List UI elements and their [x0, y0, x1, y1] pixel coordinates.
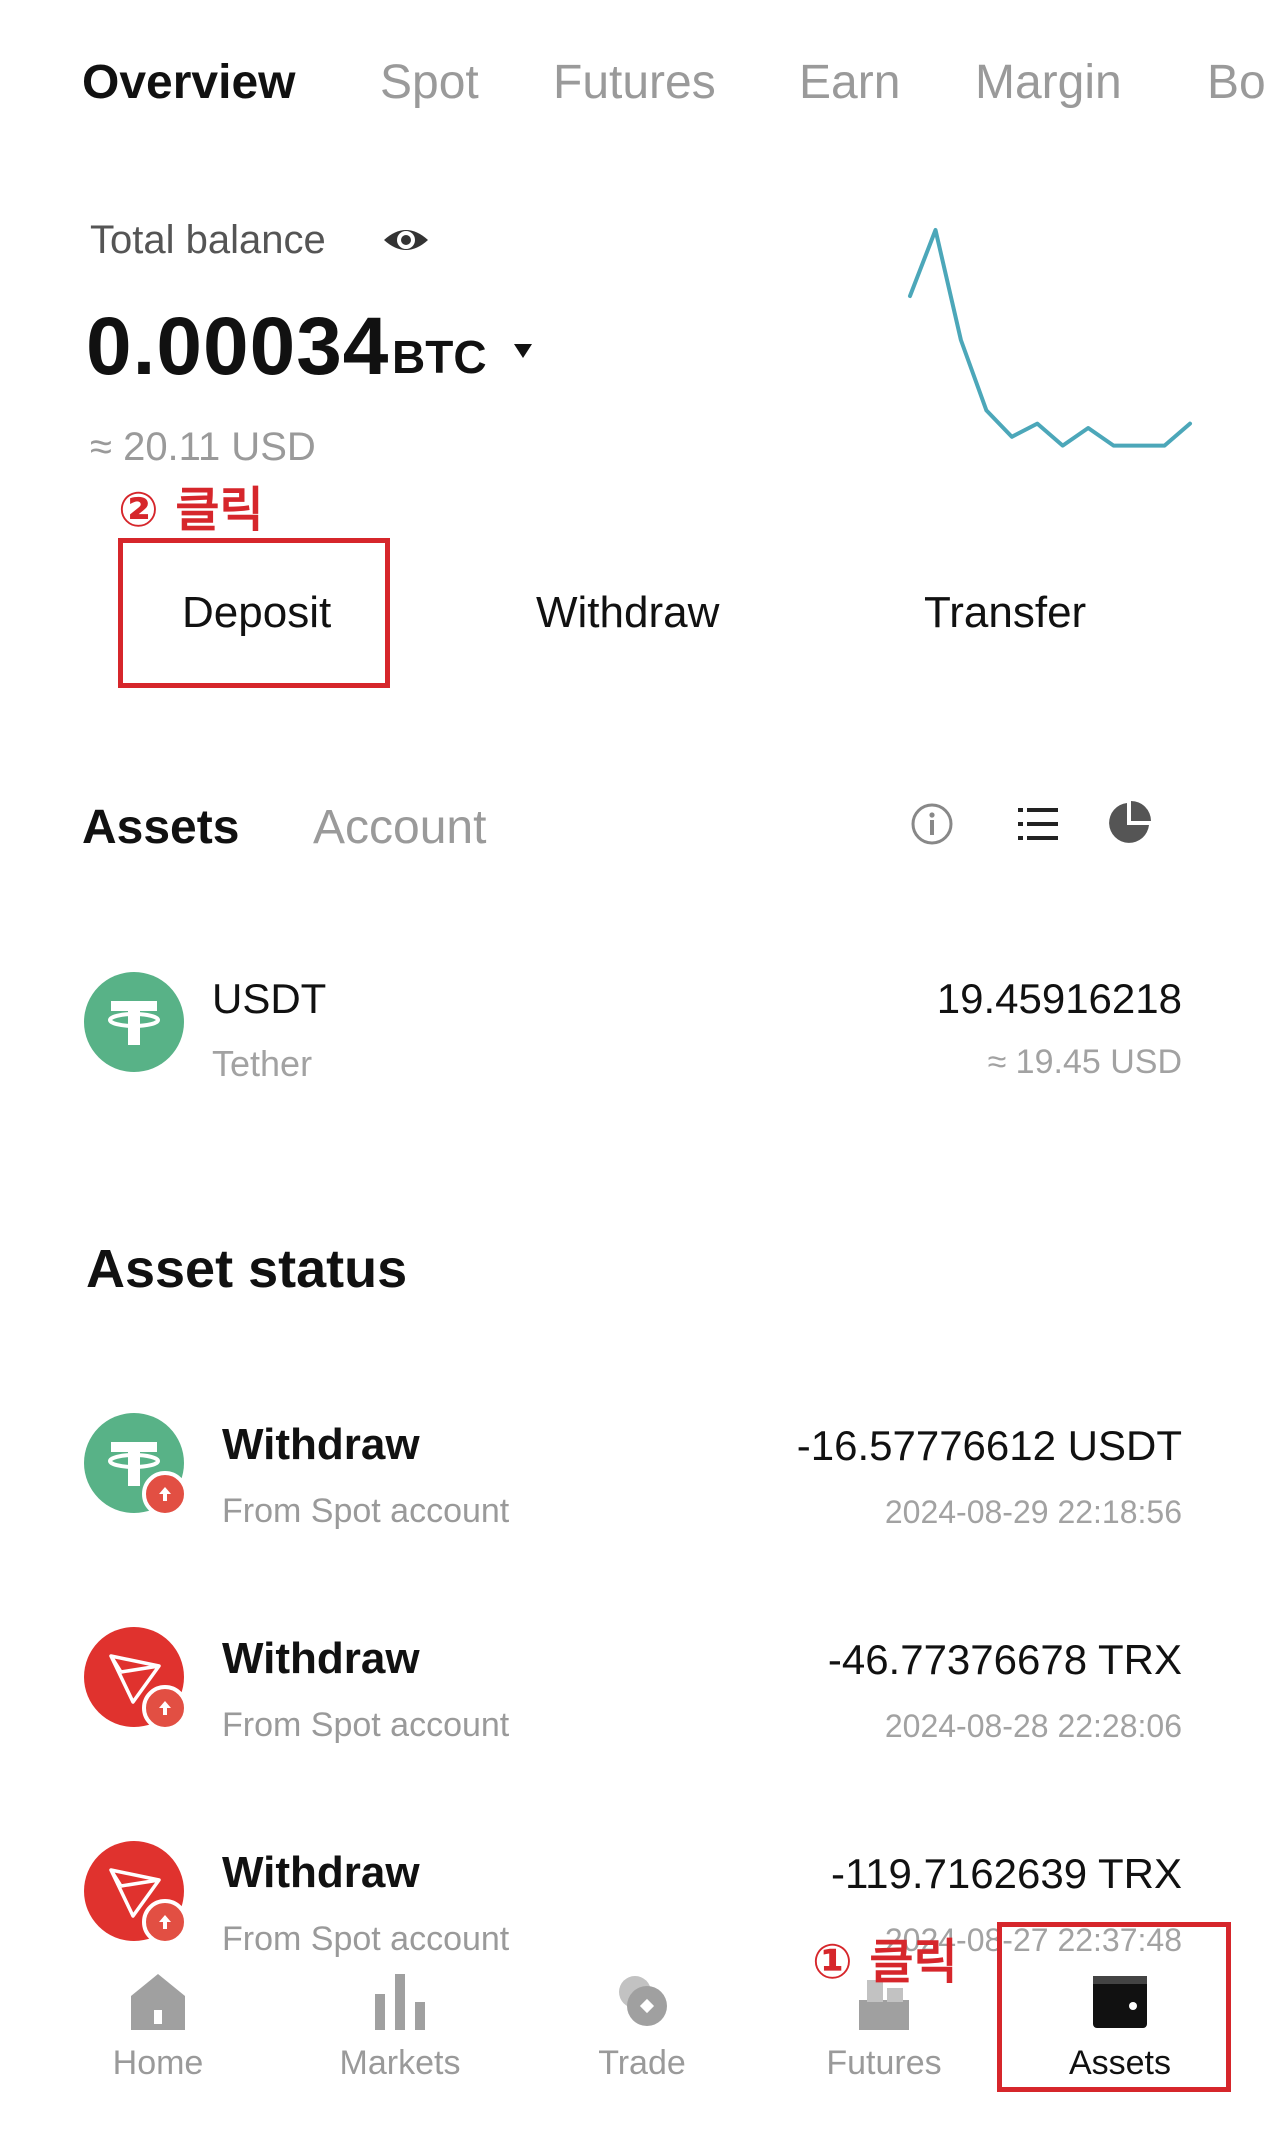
asset-status-title: Asset status [86, 1239, 408, 1299]
usdt-icon [84, 1413, 188, 1517]
annotation-step-1: ① 클릭 [812, 1934, 958, 1990]
arrow-up-icon [142, 1685, 188, 1731]
tab-bots[interactable]: Bo [1207, 55, 1266, 110]
trade-icon [619, 1976, 667, 2026]
nav-home-label: Home [112, 2044, 204, 2082]
tx-source: From Spot account [222, 1706, 510, 1744]
tab-futures[interactable]: Futures [553, 55, 716, 110]
top-tabs: Overview Spot Futures Earn Margin Bo [0, 55, 1288, 135]
tx-amount: -119.7162639 TRX [830, 1850, 1182, 1897]
asset-amount: 19.45916218 [936, 975, 1182, 1022]
transfer-button[interactable]: Transfer [924, 588, 1086, 638]
tx-time: 2024-08-29 22:18:56 [884, 1494, 1182, 1530]
tx-type: Withdraw [222, 1848, 420, 1897]
tx-amount: -46.77376678 TRX [827, 1636, 1182, 1683]
eye-icon[interactable] [382, 220, 430, 260]
nav-home[interactable]: Home [38, 1960, 278, 2100]
markets-icon [375, 1974, 425, 2030]
trx-icon [84, 1841, 188, 1945]
highlight-box-assets [997, 1922, 1231, 2092]
caret-down-icon[interactable] [513, 343, 533, 359]
balance-sparkline [908, 228, 1192, 448]
tab-earn[interactable]: Earn [799, 55, 900, 110]
nav-markets-label: Markets [339, 2044, 461, 2082]
withdraw-button[interactable]: Withdraw [536, 588, 719, 638]
tab-overview[interactable]: Overview [82, 55, 295, 110]
nav-trade[interactable]: Trade [522, 1960, 762, 2100]
arrow-up-icon [142, 1471, 188, 1517]
nav-futures-label: Futures [826, 2044, 942, 2082]
arrow-up-icon [142, 1899, 188, 1945]
usdt-icon [84, 972, 184, 1072]
tab-assets[interactable]: Assets [82, 800, 239, 855]
tx-source: From Spot account [222, 1492, 510, 1530]
list-view-icon[interactable] [1016, 804, 1060, 844]
balance-usd-approx: ≈ 20.11 USD [90, 425, 316, 469]
tx-time: 2024-08-28 22:28:06 [884, 1708, 1182, 1744]
asset-usd-value: ≈ 19.45 USD [987, 1043, 1182, 1081]
asset-name: Tether [212, 1043, 313, 1084]
tab-spot[interactable]: Spot [380, 55, 479, 110]
tx-amount: -16.57776612 USDT [796, 1422, 1182, 1469]
nav-markets[interactable]: Markets [280, 1960, 520, 2100]
asset-symbol: USDT [212, 975, 327, 1022]
tab-margin[interactable]: Margin [975, 55, 1122, 110]
deposit-button[interactable]: Deposit [182, 588, 331, 638]
balance-unit[interactable]: BTC [392, 330, 487, 384]
tx-type: Withdraw [222, 1420, 420, 1469]
tx-source: From Spot account [222, 1920, 510, 1958]
nav-trade-label: Trade [598, 2044, 686, 2082]
trx-icon [84, 1627, 188, 1731]
total-balance-value: 0.00034 [86, 301, 390, 392]
tx-type: Withdraw [222, 1634, 420, 1683]
pie-chart-icon[interactable] [1106, 800, 1152, 846]
info-icon[interactable] [910, 802, 954, 846]
annotation-step-2: ② 클릭 [118, 482, 264, 538]
total-balance-label: Total balance [90, 218, 326, 262]
home-icon [131, 1974, 185, 2030]
tab-account[interactable]: Account [313, 800, 486, 855]
